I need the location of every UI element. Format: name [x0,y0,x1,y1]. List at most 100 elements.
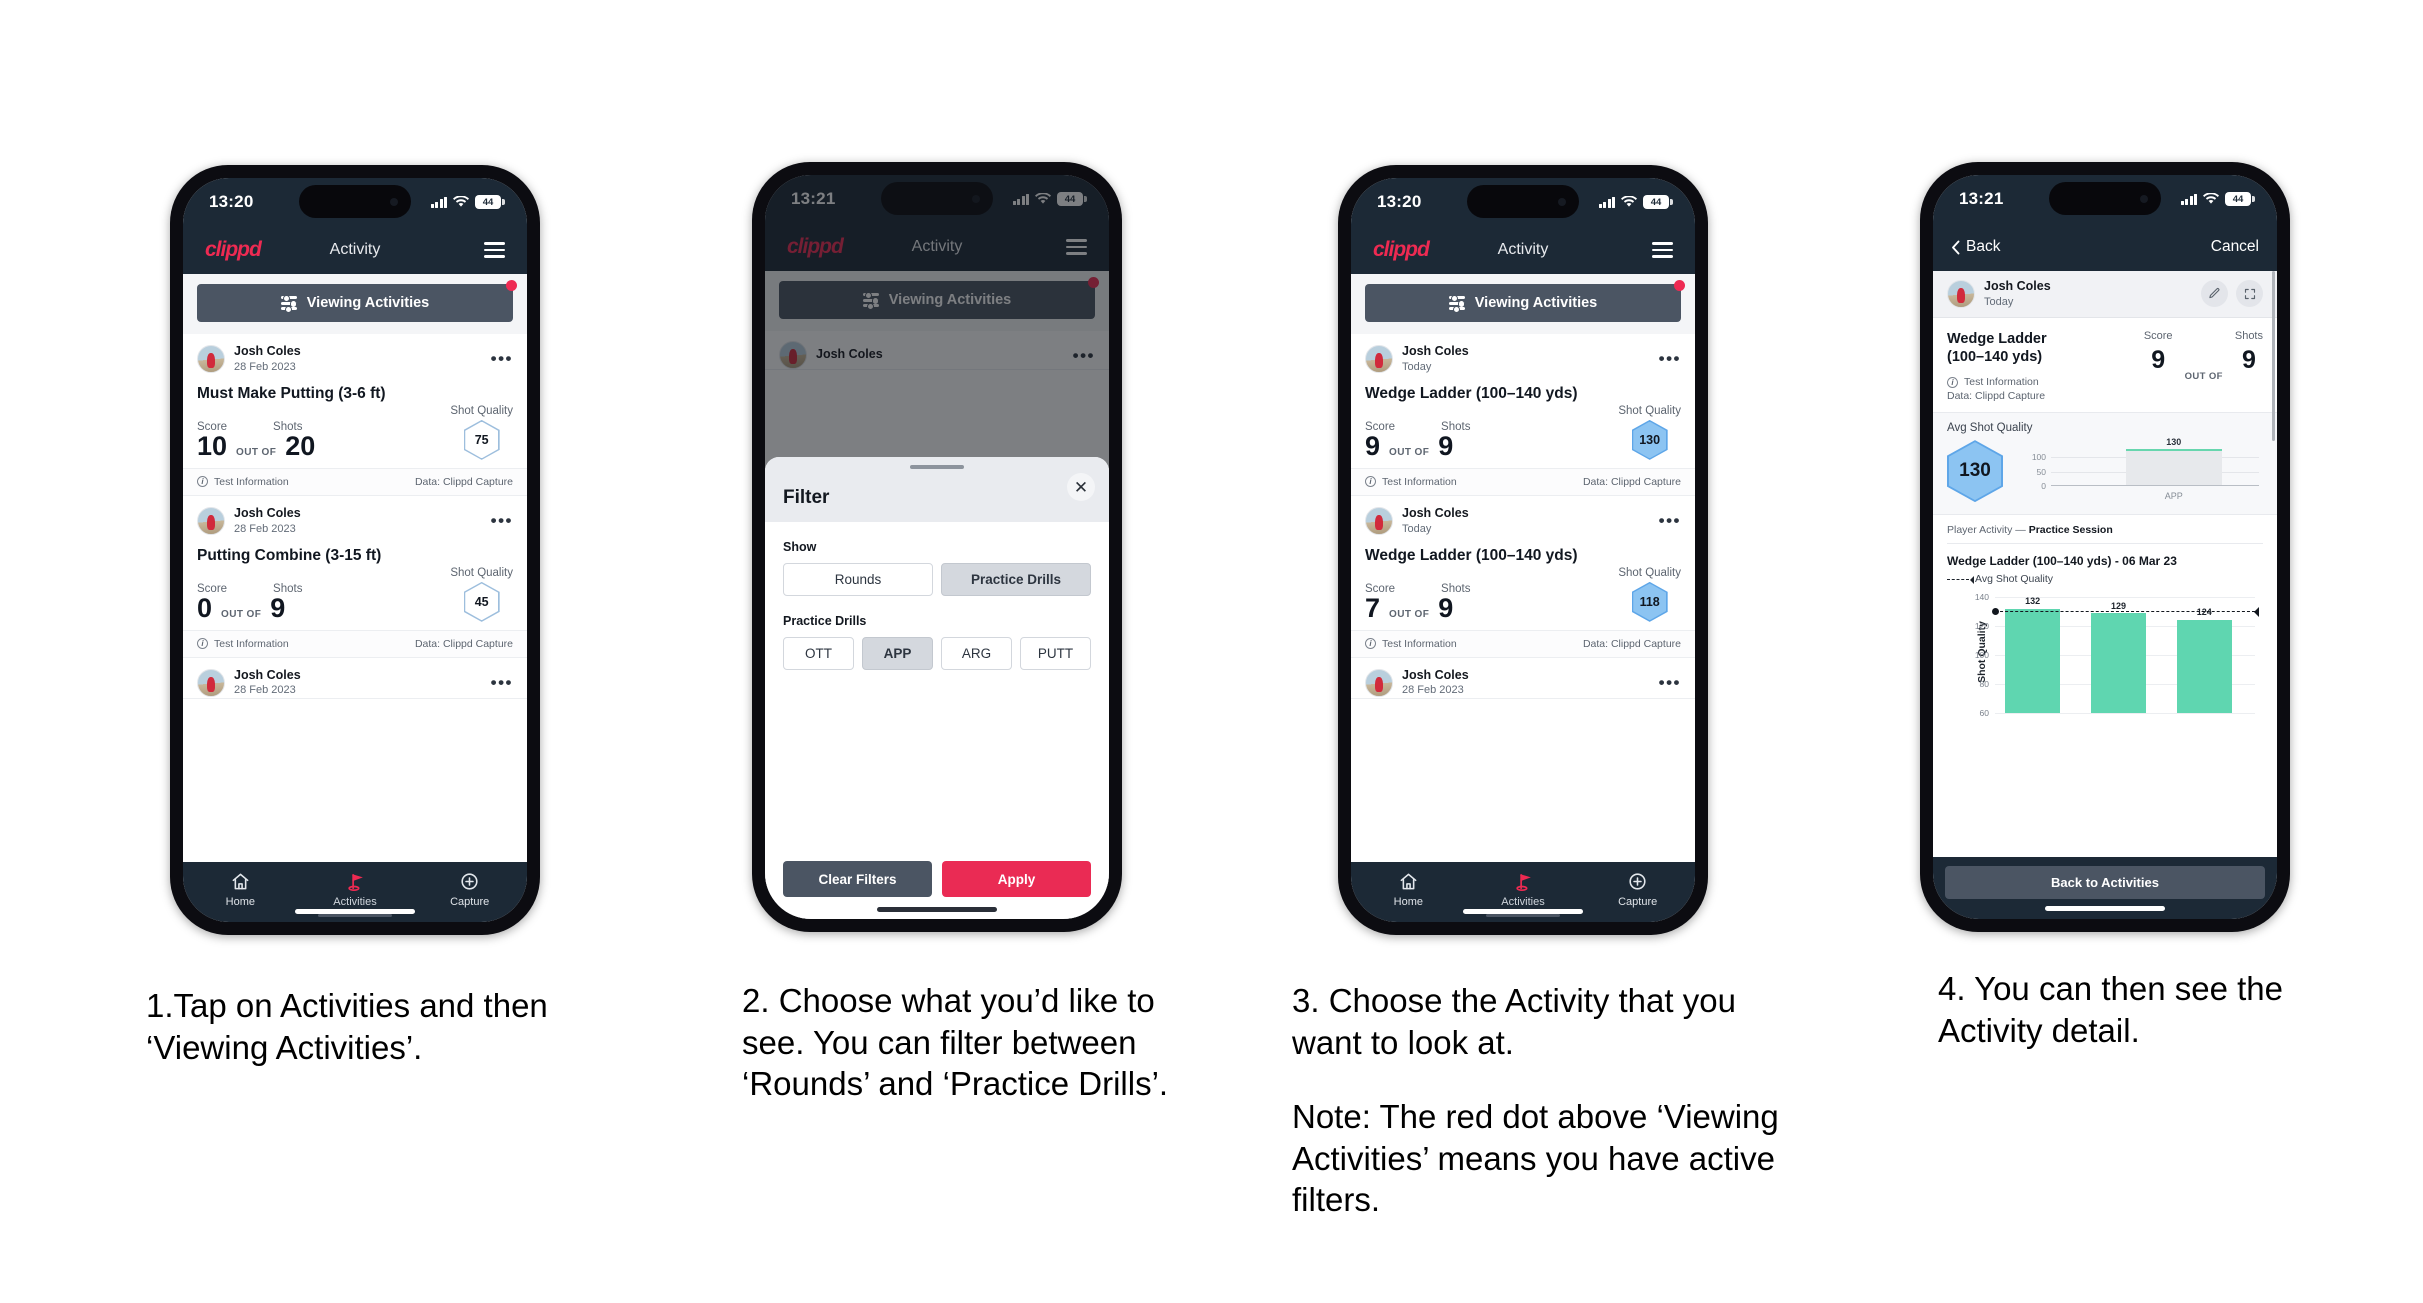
tab-home[interactable]: Home [1351,871,1466,908]
avg-row: 130 100 50 0 130 APP [1947,437,2263,504]
activity-card[interactable]: Josh Coles 28 Feb 2023 ••• Putting Combi… [183,496,527,658]
shots-value: 9 [270,592,286,623]
scrollbar[interactable] [2272,271,2275,601]
brand-logo[interactable]: clippd [205,238,262,262]
shots-value: 9 [1438,592,1454,623]
clear-filters-button[interactable]: Clear Filters [783,861,932,897]
menu-icon[interactable] [484,242,505,258]
show-options: Rounds Practice Drills [783,563,1091,596]
apply-button[interactable]: Apply [942,861,1091,897]
test-information[interactable]: i Test Information [1365,638,1457,650]
battery-icon: 44 [2225,192,2255,206]
card-metrics: Score Shots 7 OUT OF 9 Shot Quality 118 [1365,567,1681,630]
active-filter-dot [506,280,517,291]
filter-zone: Viewing Activities [183,274,527,334]
activity-date: Today [1402,360,1432,373]
menu-icon[interactable] [1652,242,1673,258]
brand-logo[interactable]: clippd [1373,238,1430,262]
card-menu-icon[interactable]: ••• [491,350,513,367]
card-menu-icon[interactable]: ••• [1659,512,1681,529]
show-option-practice-drills[interactable]: Practice Drills [941,563,1091,596]
status-icons: 44 [2180,192,2255,206]
test-information[interactable]: i Test Information [1365,476,1457,488]
mini-bar-value: 130 [2166,437,2182,448]
shot-quality-hexagon: 118 [1631,581,1668,622]
info-icon: i [1365,476,1376,488]
caption-step-2: 2. Choose what you’d like to see. You ca… [742,980,1212,1105]
drill-option-app[interactable]: APP [862,637,933,670]
activity-card[interactable]: Josh Coles Today ••• Wedge Ladder (100–1… [1351,496,1695,658]
status-bar: 13:21 44 [1933,175,2277,223]
card-header: Josh Coles Today ••• [1365,506,1681,536]
phone-4-screen: 13:21 44 Back Cancel Josh Coles Today We… [1933,175,2277,919]
app-header: Activity clippd Activity [183,226,527,274]
drag-handle[interactable] [910,465,964,469]
shot-quality-block: Shot Quality 75 [450,405,513,460]
caption-step-1-text: 1.Tap on Activities and then ‘Viewing Ac… [146,987,548,1066]
card-menu-icon[interactable]: ••• [1659,350,1681,367]
edit-icon[interactable] [2201,280,2228,308]
activity-list[interactable]: Josh Coles Today ••• Wedge Ladder (100–1… [1351,334,1695,862]
tab-activities[interactable]: Activities [1466,871,1581,917]
back-to-activities-button[interactable]: Back to Activities [1945,866,2265,899]
card-header: Josh Coles 28 Feb 2023 ••• [197,344,513,374]
test-information-label: Test Information [1382,475,1457,488]
wifi-icon [1621,196,1637,207]
viewing-activities-button[interactable]: Viewing Activities [1365,284,1681,322]
home-indicator [295,909,415,914]
tab-activities[interactable]: Activities [298,871,413,917]
activity-list[interactable]: Josh Coles 28 Feb 2023 ••• Must Make Put… [183,334,527,862]
chart-plot-area: 140 120 100 80 60 132 129 124 [1975,592,2259,718]
test-information[interactable]: i Test Information [197,638,289,650]
tab-capture[interactable]: Capture [412,871,527,908]
card-menu-icon[interactable]: ••• [1659,674,1681,691]
dynamic-island [2049,182,2161,215]
out-of-label: OUT OF [236,446,277,458]
activity-title: Putting Combine (3-15 ft) [197,546,382,564]
card-menu-icon[interactable]: ••• [491,512,513,529]
viewing-activities-button[interactable]: Viewing Activities [197,284,513,322]
test-information[interactable]: i Test Information [1947,376,2071,388]
phone-2-filter-sheet: 13:21 44 clippd Activity Viewing Activit… [752,162,1122,932]
tab-capture[interactable]: Capture [1580,871,1695,908]
shots-value: 9 [2241,345,2256,374]
card-footer: i Test Information Data: Clippd Capture [183,629,527,657]
test-information[interactable]: i Test Information [197,476,289,488]
wifi-icon [2203,193,2219,204]
avatar [1365,344,1393,373]
sheet-body: Show Rounds Practice Drills Practice Dri… [765,522,1109,861]
scrollbar-thumb[interactable] [2272,271,2275,441]
avg-shot-quality-label: Avg Shot Quality [1947,422,2033,435]
drill-option-arg[interactable]: ARG [941,637,1012,670]
metric-labels: Score Shots [1365,583,1470,595]
detail-nav-bar: Back Cancel [1933,223,2277,271]
tab-activities-label: Activities [1501,895,1545,908]
expand-icon[interactable] [2236,280,2263,308]
user-name: Josh Coles [1984,279,2051,293]
back-button[interactable]: Back [1951,238,2000,256]
activity-card[interactable]: Josh Coles 28 Feb 2023 ••• [1351,658,1695,699]
activity-card[interactable]: Josh Coles Today ••• Wedge Ladder (100–1… [1351,334,1695,496]
show-option-rounds[interactable]: Rounds [783,563,933,596]
tab-activities-label: Activities [333,895,377,908]
shots-label: Shots [2234,329,2263,342]
avg-line-legend-icon [1947,575,1974,584]
chart-legend-label: Avg Shot Quality [1975,573,2054,586]
cancel-button[interactable]: Cancel [2211,238,2259,256]
score-value: 9 [2151,345,2166,374]
activity-card[interactable]: Josh Coles 28 Feb 2023 ••• Must Make Put… [183,334,527,496]
active-filter-dot [1674,280,1685,291]
tab-home[interactable]: Home [183,871,298,908]
drill-option-ott[interactable]: OTT [783,637,854,670]
phone-2-screen: 13:21 44 clippd Activity Viewing Activit… [765,175,1109,919]
card-metrics: Score Shots 9 OUT OF 9 Shot Quality 130 [1365,405,1681,468]
activity-card[interactable]: Josh Coles 28 Feb 2023 ••• [183,658,527,699]
mini-x-axis [2051,485,2259,487]
shot-quality-label: Shot Quality [450,404,513,417]
close-icon[interactable]: ✕ [1067,473,1095,501]
player-activity-section: Player Activity — Practice Session Wedge… [1933,515,2277,718]
drill-option-putt[interactable]: PUTT [1020,637,1091,670]
session-chart-title: Wedge Ladder (100–140 yds) - 06 Mar 23 [1947,554,2177,569]
card-menu-icon[interactable]: ••• [491,674,513,691]
tab-capture-label: Capture [450,895,490,908]
